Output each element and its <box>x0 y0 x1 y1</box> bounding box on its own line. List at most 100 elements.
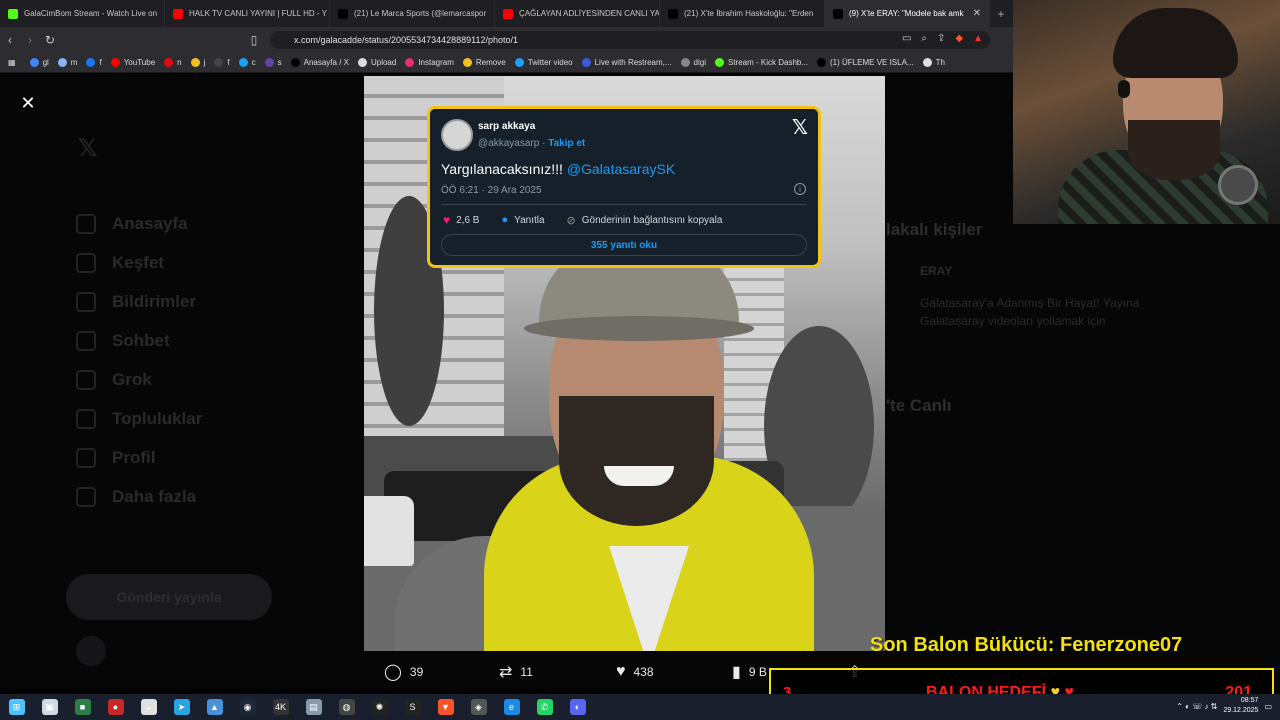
sidebar-item[interactable]: Keşfet <box>76 243 202 282</box>
whatsapp-icon[interactable]: ✆ <box>536 699 553 715</box>
browser-tab[interactable]: ÇAĞLAYAN ADLİYESİNDEN CANLI YA <box>495 0 660 27</box>
browser-tab[interactable]: GalaCimBom Stream - Watch Live on <box>0 0 165 27</box>
telegram-icon[interactable]: ➤ <box>173 699 190 715</box>
bookmark-item[interactable]: f <box>86 58 102 67</box>
like-action[interactable]: ♥ 438 <box>616 663 654 681</box>
bookmark-item[interactable]: Twitter video <box>514 58 573 67</box>
copy-link-button[interactable]: ⊘ Gönderinin bağlantısını kopyala <box>567 213 723 227</box>
brave-icon[interactable]: ▼ <box>437 699 454 715</box>
bookmark-label: YouTube <box>123 58 156 67</box>
apps-icon[interactable]: ▦ <box>8 58 16 67</box>
webcam-hair <box>1113 8 1238 78</box>
bookmark-item[interactable]: gl <box>29 58 49 67</box>
like-button[interactable]: ♥ 2,6 B <box>443 213 479 227</box>
start-icon[interactable]: ⊞ <box>8 699 25 715</box>
heart-icon: ♥ <box>616 663 626 680</box>
x-logo-icon[interactable]: 𝕏 <box>792 115 808 140</box>
bookmark-item[interactable]: f <box>214 58 230 67</box>
app-icon[interactable]: S <box>404 699 421 715</box>
repost-icon: ⇄ <box>499 664 513 681</box>
sidebar-item[interactable]: Anasayfa <box>76 204 202 243</box>
post-button[interactable]: Gönderi yayınla <box>66 574 272 620</box>
tweet-date[interactable]: ÖÖ 6:21 · 29 Ara 2025 <box>441 185 542 196</box>
task-view-icon[interactable]: ▣ <box>41 699 58 715</box>
steam-icon[interactable]: ◉ <box>239 699 256 715</box>
bookmark-item[interactable]: n <box>164 58 182 67</box>
bookmark-item[interactable]: m <box>57 58 77 67</box>
bookmark-item[interactable]: Anasayfa / X <box>290 58 349 67</box>
bookmark-item[interactable]: s <box>264 58 282 67</box>
reply-button[interactable]: ● Yanıtla <box>501 213 544 227</box>
avatar[interactable] <box>76 636 106 666</box>
edge-icon[interactable]: e <box>503 699 520 715</box>
bookmark-item[interactable]: YouTube <box>110 58 156 67</box>
app-icon[interactable]: ● <box>107 699 124 715</box>
tweet-avatar[interactable] <box>441 119 473 151</box>
repost-action[interactable]: ⇄ 11 <box>499 662 533 682</box>
cast-icon[interactable]: ▭ <box>902 33 911 44</box>
bookmark-item[interactable]: Remove <box>462 58 506 67</box>
app-icon[interactable]: ◒ <box>140 699 157 715</box>
sidebar-item[interactable]: Sohbet <box>76 321 202 360</box>
close-icon[interactable]: ✕ <box>19 94 37 112</box>
sidebar-item[interactable]: Profil <box>76 438 202 477</box>
bookmark-label: Instagram <box>418 58 454 67</box>
browser-tab[interactable]: (21) Le Marca Sports (@lemarcaspor <box>330 0 495 27</box>
store-icon[interactable]: ■ <box>74 699 91 715</box>
app-icon[interactable]: ▲ <box>206 699 223 715</box>
bookmark-item[interactable]: Live with Restream,... <box>581 58 672 67</box>
bookmark-icon[interactable]: ▯ <box>244 33 264 47</box>
clock[interactable]: 08:57 29.12.2025 <box>1223 696 1258 716</box>
follow-button[interactable]: Takip et <box>548 138 585 149</box>
photo-car <box>364 496 414 566</box>
bookmark-item[interactable]: j <box>190 58 205 67</box>
sidebar-item[interactable]: Daha fazla <box>76 477 202 516</box>
bookmark-item[interactable]: digi <box>680 58 706 67</box>
browser-tab[interactable]: HALK TV CANLI YAYINI | FULL HD - Y <box>165 0 330 27</box>
app-icon[interactable]: ◈ <box>470 699 487 715</box>
forward-icon[interactable]: › <box>20 33 40 47</box>
brave-shield-icon[interactable]: ◆ <box>955 33 963 44</box>
tweet-text: Yargılanacaksınız!!! @GalatasaraySK <box>441 161 675 177</box>
read-replies-button[interactable]: 355 yanıtı oku <box>441 234 807 256</box>
reload-icon[interactable]: ↻ <box>40 33 60 47</box>
views-action[interactable]: ▮ 9 B <box>732 662 767 682</box>
bookmark-item[interactable]: Instagram <box>405 58 454 67</box>
bookmark-label: Live with Restream,... <box>594 58 672 67</box>
info-icon[interactable]: i <box>794 183 806 195</box>
sidebar-item[interactable]: Grok <box>76 360 202 399</box>
app-icon[interactable]: 4K <box>272 699 289 715</box>
bookmark-label: digi <box>693 58 706 67</box>
browser-tab[interactable]: (21) X'te İbrahim Haskoloğlu: "Erden <box>660 0 825 27</box>
app-icon[interactable]: ▤ <box>305 699 322 715</box>
tweet-handle[interactable]: @akkayasarp <box>478 138 539 149</box>
share-icon[interactable]: ⇪ <box>937 33 945 44</box>
bookmark-item[interactable]: Stream - Kick Dashb... <box>714 58 808 67</box>
discord-icon[interactable]: ◐ <box>569 699 586 715</box>
close-tab-icon[interactable]: ✕ <box>973 8 981 19</box>
bookmarks-bar: ▦ gl m f YouTube n j f c s Anasayfa / X Upload Inst… <box>0 53 1013 73</box>
bookmark-item[interactable]: (1) ÜFLEME VE ISLA... <box>817 58 914 67</box>
reply-action[interactable]: ◯ 39 <box>384 662 423 682</box>
sidebar-item[interactable]: Topluluklar <box>76 399 202 438</box>
bookmark-favicon-icon <box>462 58 472 67</box>
sidebar-item[interactable]: Bildirimler <box>76 282 202 321</box>
tray-icons[interactable]: ⌃ ◐ ☏ ♪ ⇅ <box>1176 702 1217 711</box>
url-input[interactable]: x.com/galacadde/status/20055347344288891… <box>270 31 990 49</box>
browser-tab[interactable]: (9) X'te ERAY: "Modele bak amk ✕ <box>825 0 990 27</box>
zoom-icon[interactable]: ⌕ <box>921 33 927 44</box>
tweet-author-name[interactable]: sarp akkaya <box>478 121 535 132</box>
bookmark-item[interactable]: Upload <box>357 58 396 67</box>
obs-icon[interactable]: ◍ <box>338 699 355 715</box>
tweet-mention[interactable]: @GalatasaraySK <box>567 161 675 177</box>
bookmark-favicon-icon <box>86 58 96 67</box>
notification-icon[interactable]: ▭ <box>1264 702 1272 711</box>
back-icon[interactable]: ‹ <box>0 33 20 47</box>
bookmark-label: gl <box>42 58 49 67</box>
bookmark-item[interactable]: c <box>238 58 256 67</box>
tab-title: (21) X'te İbrahim Haskoloğlu: "Erden <box>684 9 814 18</box>
bookmark-item[interactable]: Th <box>922 58 945 67</box>
rewards-icon[interactable]: ▲ <box>973 33 983 44</box>
chatgpt-icon[interactable]: ✺ <box>371 699 388 715</box>
new-tab-icon[interactable]: + <box>990 7 1012 21</box>
